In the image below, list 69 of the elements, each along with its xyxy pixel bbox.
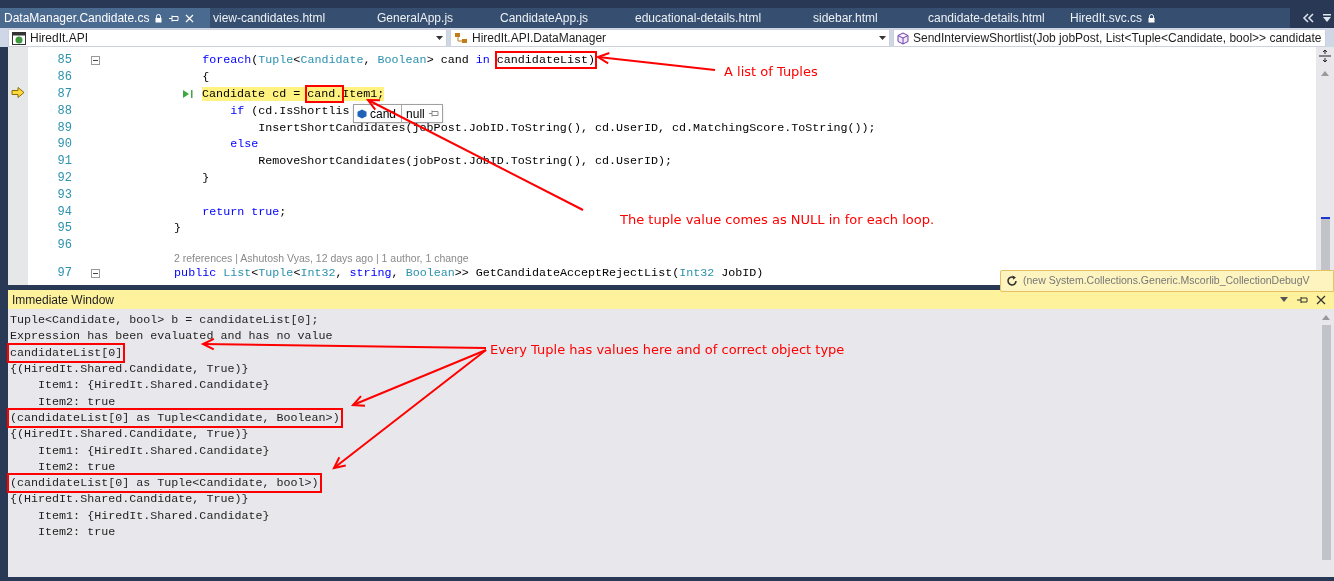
- output-line: Item2: true: [37, 525, 116, 539]
- output-line: Item1: {HiredIt.Shared.Candidate}: [37, 378, 270, 393]
- run-to-click-icon[interactable]: [182, 89, 194, 99]
- output-line: Expression has been evaluated and has no value: [10, 329, 333, 344]
- code-line: }: [201, 170, 210, 185]
- close-icon[interactable]: [1316, 294, 1326, 305]
- class-icon: [454, 31, 468, 45]
- annotation-text: Every Tuple has values here and of correct object type: [490, 341, 845, 359]
- code-line: {: [201, 70, 210, 85]
- pin-icon[interactable]: [427, 109, 442, 118]
- annotation-text: The tuple value comes as NULL in for each loop.: [620, 211, 935, 229]
- output-line: Item1: {HiredIt.Shared.Candidate}: [37, 508, 270, 523]
- output-line: Item2: true: [37, 394, 116, 409]
- output-line: {(HiredIt.Shared.Candidate, True)}: [10, 427, 249, 442]
- refresh-icon[interactable]: [1006, 275, 1018, 287]
- line-number: 92: [56, 170, 72, 187]
- dropdown[interactable]: SendInterviewShortlist(Job jobPost, List<Tuple<Candidate, bool>> candidate: [893, 29, 1326, 47]
- tab[interactable]: sidebar.html: [810, 8, 925, 28]
- scroll-thumb[interactable]: [1321, 325, 1331, 560]
- line-number: 86: [56, 69, 72, 87]
- line-number: 93: [56, 186, 72, 204]
- line-number: 95: [56, 220, 72, 238]
- output-line: Item2: true: [37, 459, 116, 474]
- code-line: else: [229, 137, 259, 152]
- output-line: Tuple<Candidate, bool> b = candidateList[0];: [10, 313, 319, 328]
- tooltip: (new System.Collections.Generic.Mscorlib_CollectionDebugV: [1000, 270, 1334, 292]
- tab[interactable]: DataManager.Candidate.cs: [0, 8, 210, 28]
- pin-icon[interactable]: [168, 13, 180, 23]
- output-line: {(HiredIt.Shared.Candidate, True)}: [10, 362, 249, 377]
- collapse-icon[interactable]: [90, 268, 100, 278]
- boxed-output-line: (candidateList[0] as Tuple<Candidate, bool>): [10, 476, 319, 491]
- project-icon: [12, 31, 26, 45]
- method-icon: [897, 31, 909, 45]
- pin-icon[interactable]: [1296, 294, 1308, 305]
- output-line: Item1: {HiredIt.Shared.Candidate}: [37, 443, 270, 458]
- code-line: if (cd.IsShortlis: [229, 103, 350, 118]
- annotation-text: A list of Tuples: [724, 63, 818, 81]
- line-number: 97: [56, 265, 72, 283]
- dropdown-icon[interactable]: [1280, 296, 1288, 303]
- dropdown-icon[interactable]: [1322, 13, 1332, 23]
- code-line: public List<Tuple<Int32, string, Boolean>> GetCandidateAcceptRejectList(Int32 JobID): [173, 266, 764, 281]
- tab[interactable]: view-candidates.html: [210, 8, 374, 28]
- boxed-output-line: (candidateList[0] as Tuple<Candidate, Boolean>): [10, 410, 340, 425]
- datatip[interactable]: cand null: [353, 104, 443, 123]
- tab[interactable]: candidate-details.html: [925, 8, 1067, 28]
- caret-icon: [436, 36, 446, 40]
- panel-title: Immediate Window: [11, 291, 115, 309]
- code-line: }: [173, 221, 182, 236]
- dropdown[interactable]: HiredIt.API.DataManager: [450, 29, 890, 47]
- code-line: return true;: [201, 204, 287, 219]
- code-line: foreach(Tuple<Candidate, Boolean> cand in candidateList): [201, 53, 595, 68]
- line-number: 88: [56, 102, 72, 120]
- tab[interactable]: HiredIt.svc.cs: [1067, 8, 1290, 28]
- boxed-output-line: candidateList[0]: [10, 345, 123, 360]
- tab[interactable]: CandidateApp.js: [497, 8, 632, 28]
- line-number: 87: [56, 86, 72, 103]
- line-number: 90: [56, 136, 72, 154]
- split-icon[interactable]: [1318, 49, 1332, 63]
- tab-overflow-icon[interactable]: [1302, 13, 1314, 23]
- collapse-icon[interactable]: [90, 55, 100, 65]
- tab[interactable]: educational-details.html: [632, 8, 810, 28]
- output-line: {(HiredIt.Shared.Candidate, True)}: [10, 492, 249, 507]
- line-number: 85: [56, 52, 72, 70]
- line-number: 91: [56, 153, 72, 171]
- tab[interactable]: GeneralApp.js: [374, 8, 497, 28]
- caret-icon: [879, 36, 889, 40]
- line-number: 94: [56, 203, 72, 221]
- dropdown[interactable]: HiredIt.API: [8, 29, 447, 47]
- line-number: 89: [56, 119, 72, 137]
